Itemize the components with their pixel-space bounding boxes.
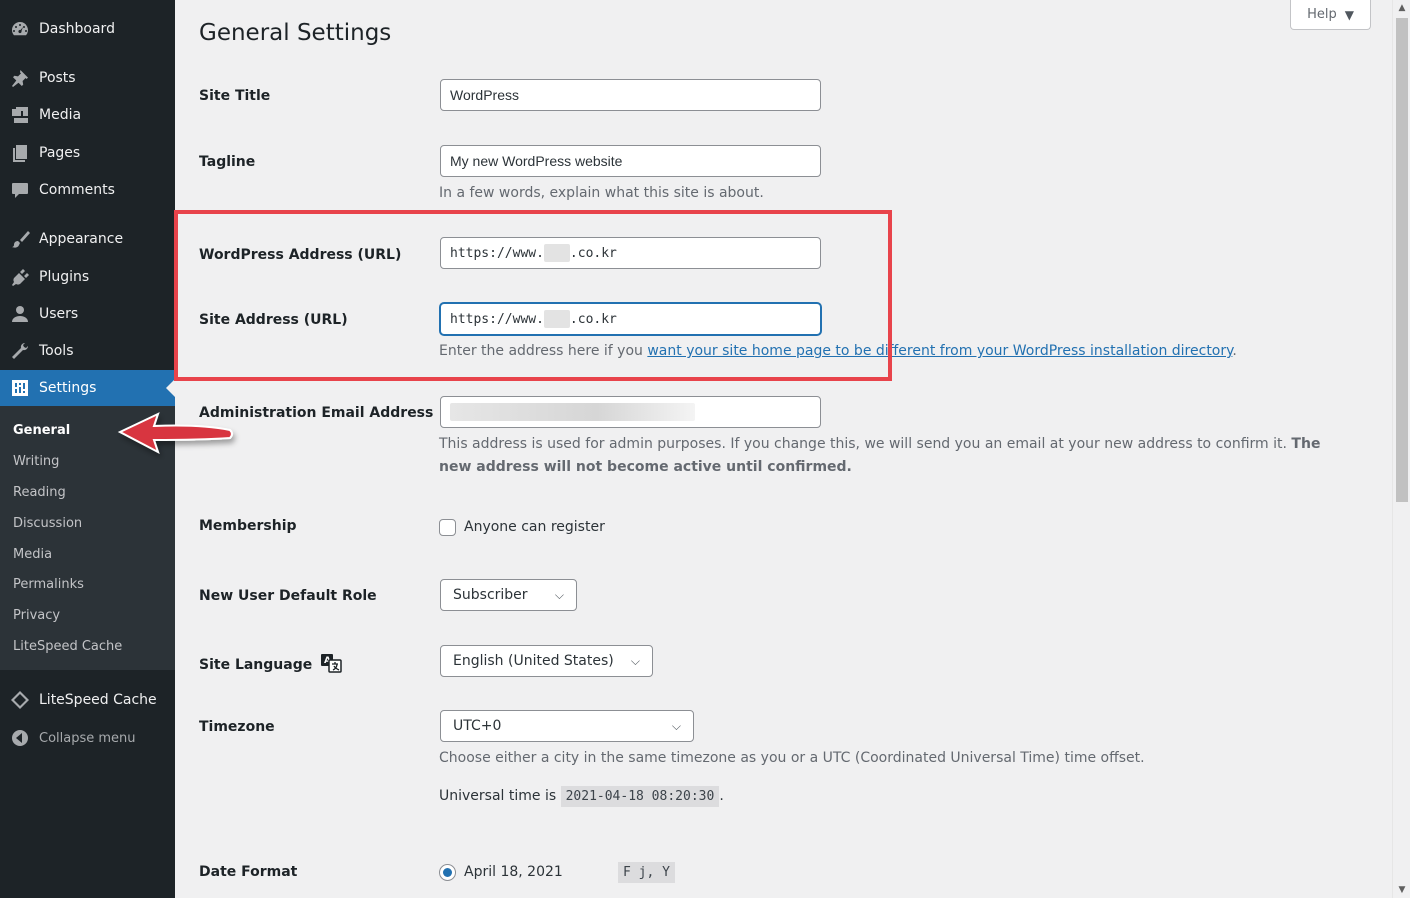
timezone-description: Choose either a city in the same timezon… xyxy=(439,750,1145,766)
paintbrush-icon xyxy=(10,229,30,249)
url-prefix: https://www. xyxy=(450,245,544,261)
anyone-can-register-checkbox[interactable] xyxy=(439,519,456,536)
tagline-description: In a few words, explain what this site i… xyxy=(439,185,764,201)
menu-label: Settings xyxy=(39,380,97,396)
timezone-label: Timezone xyxy=(199,719,275,735)
menu-comments[interactable]: Comments xyxy=(0,172,175,208)
timezone-select[interactable]: UTC+0 ⌵ xyxy=(440,710,694,742)
site-title-label: Site Title xyxy=(199,88,271,104)
site-address-description: Enter the address here if you want your … xyxy=(439,343,1237,359)
default-role-select[interactable]: Subscriber ⌵ xyxy=(440,579,577,611)
date-format-code: F j, Y xyxy=(618,861,675,884)
comment-icon xyxy=(10,180,30,200)
collapse-arrow-icon xyxy=(10,728,30,748)
site-address-input[interactable]: https://www. .co.kr xyxy=(440,303,821,335)
menu-dashboard[interactable]: Dashboard xyxy=(0,11,175,47)
site-address-help-link[interactable]: want your site home page to be different… xyxy=(647,343,1232,359)
redacted-email xyxy=(450,403,695,421)
wp-address-input[interactable]: https://www. .co.kr xyxy=(440,237,821,269)
settings-icon xyxy=(10,378,30,398)
menu-label: Posts xyxy=(39,70,76,86)
chevron-down-icon: ⌵ xyxy=(630,653,640,668)
select-value: UTC+0 xyxy=(453,718,502,734)
submenu-litespeed-cache[interactable]: LiteSpeed Cache xyxy=(13,639,122,654)
menu-label: Collapse menu xyxy=(39,730,136,746)
submenu-permalinks[interactable]: Permalinks xyxy=(13,577,84,592)
user-icon xyxy=(10,304,30,324)
radio-dot xyxy=(443,868,452,877)
site-address-label: Site Address (URL) xyxy=(199,312,348,328)
universal-time: Universal time is 2021-04-18 08:20:30. xyxy=(439,785,724,808)
tagline-input[interactable]: My new WordPress website xyxy=(440,145,821,177)
url-suffix: .co.kr xyxy=(569,311,617,327)
wrench-icon xyxy=(10,341,30,361)
menu-label: Appearance xyxy=(39,231,124,247)
chevron-down-icon: ⌵ xyxy=(554,587,564,602)
menu-label: Comments xyxy=(39,182,115,198)
menu-label: Dashboard xyxy=(39,21,115,37)
menu-label: Users xyxy=(39,306,79,322)
submenu-privacy[interactable]: Privacy xyxy=(13,608,60,623)
menu-pages[interactable]: Pages xyxy=(0,135,175,171)
scroll-down-arrow-icon[interactable]: ▼ xyxy=(1393,882,1410,898)
menu-label: Media xyxy=(39,107,82,123)
anyone-can-register-label[interactable]: Anyone can register xyxy=(464,516,605,539)
main-content: General Settings Help ▼ Site Title WordP… xyxy=(175,0,1392,898)
select-value: Subscriber xyxy=(453,587,528,603)
menu-settings[interactable]: Settings xyxy=(0,370,175,406)
translation-icon: A xyxy=(321,654,342,673)
collapse-menu-button[interactable]: Collapse menu xyxy=(0,720,175,756)
date-format-radio[interactable] xyxy=(439,864,456,881)
submenu-discussion[interactable]: Discussion xyxy=(13,516,82,531)
site-title-input[interactable]: WordPress xyxy=(440,79,821,111)
select-value: English (United States) xyxy=(453,653,614,669)
help-label: Help xyxy=(1307,7,1337,22)
tagline-label: Tagline xyxy=(199,154,256,170)
menu-tools[interactable]: Tools xyxy=(0,333,175,369)
page-title: General Settings xyxy=(199,20,392,46)
submenu-writing[interactable]: Writing xyxy=(13,454,59,469)
redacted-text xyxy=(543,244,570,262)
menu-label: LiteSpeed Cache xyxy=(39,692,157,708)
pages-icon xyxy=(10,143,30,163)
caret-down-icon: ▼ xyxy=(1344,7,1354,22)
menu-label: Pages xyxy=(39,145,81,161)
dashboard-icon xyxy=(10,19,30,39)
submenu-media[interactable]: Media xyxy=(13,547,52,562)
help-button[interactable]: Help ▼ xyxy=(1290,0,1371,30)
universal-time-value: 2021-04-18 08:20:30 xyxy=(560,786,720,807)
url-suffix: .co.kr xyxy=(569,245,617,261)
site-language-label: Site Language A xyxy=(199,653,342,673)
litespeed-diamond-icon xyxy=(10,690,30,710)
scrollbar-thumb[interactable] xyxy=(1396,18,1408,502)
admin-email-description: This address is used for admin purposes.… xyxy=(439,436,1321,475)
membership-label: Membership xyxy=(199,518,297,534)
plugin-icon xyxy=(10,267,30,287)
menu-label: Plugins xyxy=(39,269,90,285)
scroll-up-arrow-icon[interactable]: ▲ xyxy=(1393,0,1410,16)
wp-address-label: WordPress Address (URL) xyxy=(199,247,402,263)
url-prefix: https://www. xyxy=(450,311,544,327)
menu-label: Tools xyxy=(39,343,74,359)
submenu-general[interactable]: General xyxy=(13,423,70,438)
menu-litespeed-cache[interactable]: LiteSpeed Cache xyxy=(0,682,175,718)
date-format-option-label[interactable]: April 18, 2021 xyxy=(464,861,563,884)
menu-users[interactable]: Users xyxy=(0,296,175,332)
menu-plugins[interactable]: Plugins xyxy=(0,259,175,295)
menu-appearance[interactable]: Appearance xyxy=(0,221,175,257)
media-icon xyxy=(10,105,30,125)
redacted-text xyxy=(543,310,570,328)
site-language-select[interactable]: English (United States) ⌵ xyxy=(440,645,653,677)
date-format-label: Date Format xyxy=(199,864,298,880)
chevron-down-icon: ⌵ xyxy=(671,718,681,733)
admin-email-label: Administration Email Address xyxy=(199,405,434,421)
pushpin-icon xyxy=(10,68,30,88)
menu-posts[interactable]: Posts xyxy=(0,60,175,96)
vertical-scrollbar[interactable]: ▲ ▼ xyxy=(1392,0,1410,898)
menu-media[interactable]: Media xyxy=(0,97,175,133)
default-role-label: New User Default Role xyxy=(199,588,377,604)
submenu-reading[interactable]: Reading xyxy=(13,485,66,500)
admin-email-input[interactable] xyxy=(440,396,821,428)
